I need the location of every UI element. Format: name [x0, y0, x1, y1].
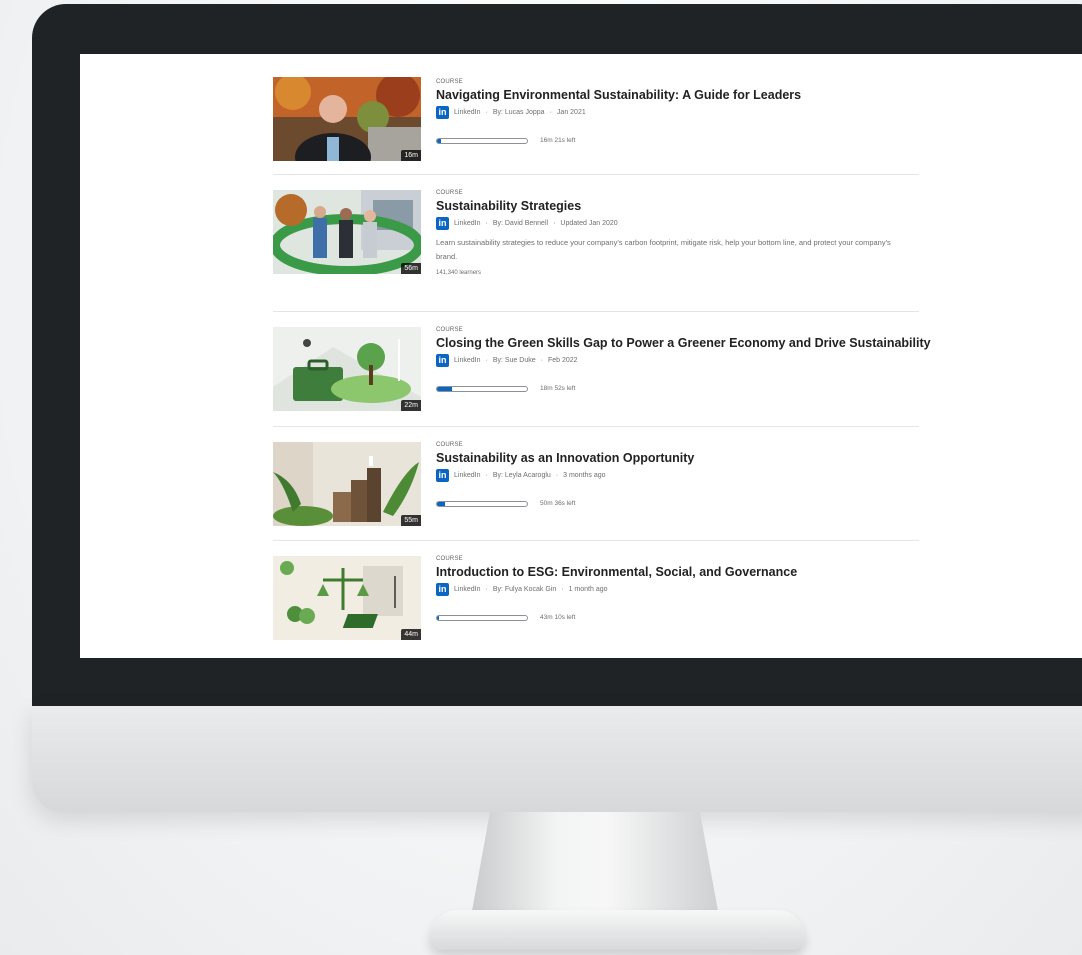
course-title[interactable]: Closing the Green Skills Gap to Power a … [436, 336, 931, 350]
author-name[interactable]: By: Lucas Joppa [493, 109, 545, 116]
course-kicker: COURSE [436, 442, 463, 448]
course-meta: in LinkedIn · By: Fulya Kocak Gin · 1 mo… [436, 583, 919, 596]
portrait-thumbnail-image [273, 77, 421, 161]
monitor-stand [470, 812, 720, 922]
course-title[interactable]: Sustainability as an Innovation Opportun… [436, 451, 919, 465]
course-list: 16m COURSE Navigating Environmental Sust… [273, 54, 931, 658]
course-kicker: COURSE [436, 327, 463, 333]
time-left: 16m 21s left [540, 137, 576, 144]
linkedin-icon: in [436, 217, 449, 230]
course-thumbnail[interactable]: 16m [273, 77, 421, 161]
progress-fill [437, 501, 446, 506]
course-meta: in LinkedIn · By: Lucas Joppa · Jan 2021 [436, 106, 919, 119]
duration-badge: 16m [401, 150, 421, 161]
progress-fill [437, 386, 453, 391]
monitor-chin [32, 706, 1082, 812]
course-meta: in LinkedIn · By: Leyla Acaroglu · 3 mon… [436, 469, 919, 482]
course-kicker: COURSE [436, 556, 463, 562]
progress-bar [436, 614, 528, 621]
duration-badge: 56m [401, 263, 421, 274]
course-description: Learn sustainability strategies to reduc… [436, 238, 891, 261]
provider-name: LinkedIn [454, 586, 481, 593]
course-item[interactable]: 55m COURSE Sustainability as an Innovati… [273, 427, 919, 541]
duration-badge: 55m [401, 515, 421, 526]
course-item[interactable]: 56m COURSE Sustainability Strategies in … [273, 175, 919, 312]
provider-name: LinkedIn [454, 357, 481, 364]
provider-name: LinkedIn [454, 220, 481, 227]
learner-count: 141,340 learners [436, 270, 482, 276]
course-content: COURSE Sustainability Strategies in Link… [436, 190, 919, 276]
progress-bar [436, 385, 528, 392]
release-date: 1 month ago [568, 586, 608, 593]
time-left: 43m 10s left [540, 614, 576, 621]
course-kicker: COURSE [436, 79, 463, 85]
course-thumbnail[interactable]: 56m [273, 190, 421, 274]
team-thumbnail-image [273, 190, 421, 274]
course-thumbnail[interactable]: 55m [273, 442, 421, 526]
release-date: Updated Jan 2020 [560, 220, 618, 227]
progress-fill [437, 138, 441, 143]
course-title[interactable]: Sustainability Strategies [436, 199, 919, 213]
release-date: Feb 2022 [547, 357, 578, 364]
linkedin-icon: in [436, 106, 449, 119]
esg-thumbnail-image [273, 556, 421, 640]
release-date: Jan 2021 [556, 109, 586, 116]
author-name[interactable]: By: David Bennell [493, 220, 548, 227]
progress-fill [437, 615, 439, 620]
course-thumbnail[interactable]: 44m [273, 556, 421, 640]
course-content: COURSE Closing the Green Skills Gap to P… [436, 327, 931, 392]
author-name[interactable]: By: Leyla Acaroglu [493, 472, 551, 479]
linkedin-icon: in [436, 469, 449, 482]
course-thumbnail[interactable]: 22m [273, 327, 421, 411]
provider-name: LinkedIn [454, 109, 481, 116]
progress-bar [436, 137, 528, 144]
course-title[interactable]: Navigating Environmental Sustainability:… [436, 88, 919, 102]
time-left: 18m 52s left [540, 385, 576, 392]
duration-badge: 22m [401, 400, 421, 411]
course-kicker: COURSE [436, 190, 463, 196]
duration-badge: 44m [401, 629, 421, 640]
course-item[interactable]: 16m COURSE Navigating Environmental Sust… [273, 54, 919, 175]
linkedin-icon: in [436, 354, 449, 367]
course-item[interactable]: 22m COURSE Closing the Green Skills Gap … [273, 312, 931, 427]
course-item[interactable]: 44m COURSE Introduction to ESG: Environm… [273, 541, 919, 658]
progress-row: 43m 10s left [436, 614, 919, 621]
author-name[interactable]: By: Fulya Kocak Gin [493, 586, 556, 593]
course-meta: in LinkedIn · By: Sue Duke · Feb 2022 [436, 354, 919, 367]
course-content: COURSE Sustainability as an Innovation O… [436, 442, 919, 507]
course-meta: in LinkedIn · By: David Bennell · Update… [436, 217, 919, 230]
time-left: 50m 36s left [540, 500, 576, 507]
course-title[interactable]: Introduction to ESG: Environmental, Soci… [436, 565, 919, 579]
course-content: COURSE Introduction to ESG: Environmenta… [436, 556, 919, 621]
monitor-base [430, 910, 805, 950]
progress-row: 18m 52s left [436, 385, 919, 392]
progress-row: 16m 21s left [436, 137, 919, 144]
course-content: COURSE Navigating Environmental Sustaina… [436, 79, 919, 144]
linkedin-icon: in [436, 583, 449, 596]
provider-name: LinkedIn [454, 472, 481, 479]
author-name[interactable]: By: Sue Duke [493, 357, 536, 364]
briefcase-thumbnail-image [273, 327, 421, 411]
plants-thumbnail-image [273, 442, 421, 526]
progress-row: 50m 36s left [436, 500, 919, 507]
release-date: 3 months ago [563, 472, 606, 479]
progress-bar [436, 500, 528, 507]
screen: 16m COURSE Navigating Environmental Sust… [80, 54, 1082, 658]
